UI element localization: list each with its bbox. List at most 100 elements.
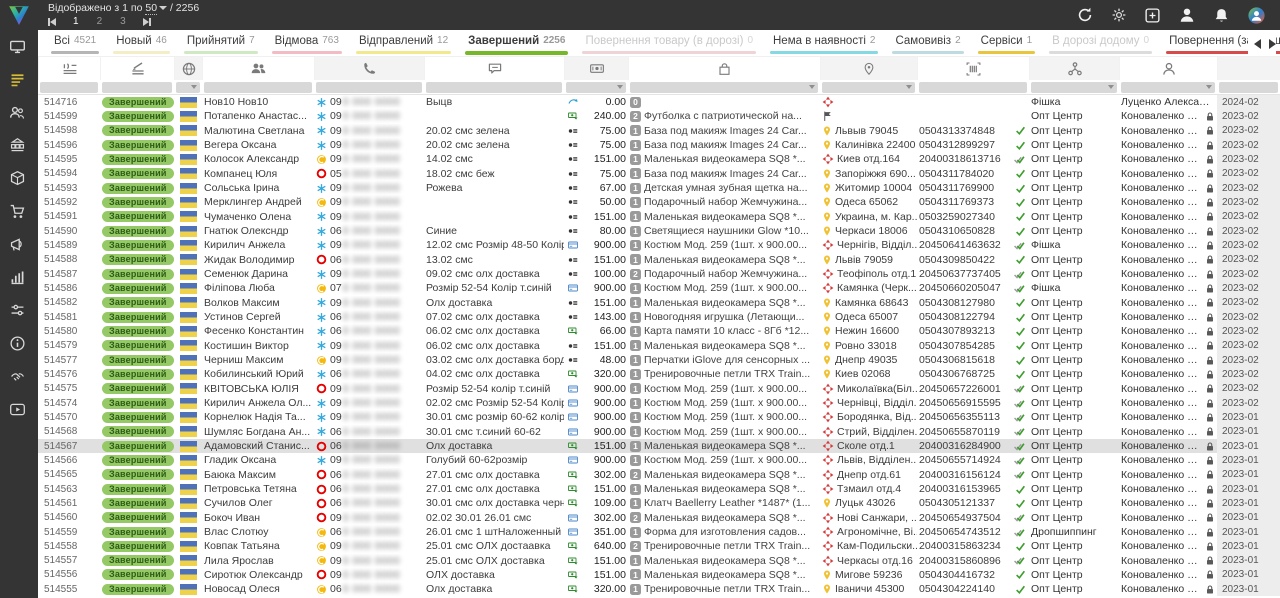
column-header-city[interactable] xyxy=(820,57,917,80)
table-row[interactable]: 514589ЗавершенийКирилич Анжела090 000 00… xyxy=(38,238,1280,252)
table-row[interactable]: 514574ЗавершенийКирилич Анжела Ол...090 … xyxy=(38,396,1280,410)
notifications-bell-icon[interactable] xyxy=(1213,7,1230,24)
refresh-icon[interactable] xyxy=(1076,6,1094,24)
sidebar-item-settings[interactable] xyxy=(0,294,38,327)
tab-відмова[interactable]: Відмова763 xyxy=(265,30,349,57)
table-row[interactable]: 514590ЗавершенийГнатюк Олексндр060 000 0… xyxy=(38,224,1280,238)
filter-input-phone[interactable] xyxy=(316,82,422,93)
page-button-3[interactable]: 3 xyxy=(117,16,129,28)
sidebar-item-tutorials[interactable] xyxy=(0,393,38,426)
sidebar-item-statistics[interactable] xyxy=(0,261,38,294)
filter-input-status[interactable] xyxy=(102,82,172,93)
column-header-phone[interactable] xyxy=(314,57,424,80)
sidebar-item-partners[interactable] xyxy=(0,360,38,393)
sidebar-item-marketing[interactable] xyxy=(0,228,38,261)
sidebar-item-info[interactable] xyxy=(0,327,38,360)
filter-input-pay[interactable] xyxy=(566,82,626,93)
filter-input-comment[interactable] xyxy=(426,82,562,93)
table-row[interactable]: 514599ЗавершенийПотапенко Анастас...090 … xyxy=(38,109,1280,123)
table-row[interactable]: 514576ЗавершенийКобилинський Юрий060 000… xyxy=(38,367,1280,381)
table-row[interactable]: 514559ЗавершенийВлас Слотюу060 000 00002… xyxy=(38,525,1280,539)
table-row[interactable]: 514563ЗавершенийПетровська Тетяна060 000… xyxy=(38,482,1280,496)
filter-input-ttn[interactable] xyxy=(919,82,1027,93)
table-row[interactable]: 514568ЗавершенийШумляс Богдана Ан...060 … xyxy=(38,425,1280,439)
column-header-manager[interactable] xyxy=(1119,57,1217,80)
filter-input-name[interactable] xyxy=(204,82,312,93)
table-row[interactable]: 514579ЗавершенийКостишин Виктор090 000 0… xyxy=(38,339,1280,353)
gear-icon[interactable] xyxy=(1111,7,1127,23)
tab-нема-в-наявності[interactable]: Нема в наявності2 xyxy=(763,30,885,57)
column-header-name[interactable] xyxy=(202,57,314,80)
filter-input-product[interactable] xyxy=(630,82,818,93)
column-header-channel[interactable] xyxy=(1029,57,1119,80)
last-page-button[interactable] xyxy=(143,18,151,26)
column-header-comment[interactable] xyxy=(424,57,564,80)
table-row[interactable]: 514558ЗавершенийКовпак Татьяна090 000 00… xyxy=(38,539,1280,553)
sidebar-item-company[interactable] xyxy=(0,129,38,162)
user-avatar-icon[interactable] xyxy=(1178,6,1196,24)
column-header-status[interactable] xyxy=(100,57,174,80)
table-row[interactable]: 514575ЗавершенийКВІТОВСЬКА ЮЛІЯ090 000 0… xyxy=(38,382,1280,396)
tab-завершений[interactable]: Завершений2256 xyxy=(458,30,575,57)
filter-input-manager[interactable] xyxy=(1121,82,1215,93)
table-row[interactable]: 514566ЗавершенийГладик Оксана090 000 000… xyxy=(38,453,1280,467)
column-header-id[interactable] xyxy=(38,57,100,80)
sidebar-item-products[interactable] xyxy=(0,162,38,195)
tabs-scroll-left-icon[interactable] xyxy=(1254,39,1261,49)
per-page-dropdown[interactable]: 50 xyxy=(145,2,157,15)
table-row[interactable]: 514567ЗавершенийАдамовский Станис...060 … xyxy=(38,439,1280,453)
filter-input-id[interactable] xyxy=(40,82,98,93)
tab-всі[interactable]: Всі4521 xyxy=(44,30,106,57)
tab-сервіси[interactable]: Сервіси1 xyxy=(971,30,1043,57)
app-logo-icon[interactable] xyxy=(0,0,38,30)
table-row[interactable]: 514582ЗавершенийВолков Максим090 000 000… xyxy=(38,296,1280,310)
tabs-scroll-right-icon[interactable] xyxy=(1269,39,1276,49)
sidebar-item-orders[interactable] xyxy=(0,63,38,96)
table-row[interactable]: 514587ЗавершенийСеменюк Дарина090 000 00… xyxy=(38,267,1280,281)
tab-самовивіз[interactable]: Самовивіз2 xyxy=(885,30,970,57)
table-row[interactable]: 514560ЗавершенийБокоч Иван090 000 000002… xyxy=(38,511,1280,525)
table-row[interactable]: 514595ЗавершенийКолосок Александр090 000… xyxy=(38,152,1280,166)
column-header-product[interactable] xyxy=(628,57,820,80)
table-row[interactable]: 514581ЗавершенийУстинов Сергей060 000 00… xyxy=(38,310,1280,324)
table-row[interactable]: 514555ЗавершенийНовосад Олеся060 000 000… xyxy=(38,582,1280,596)
tab-новый[interactable]: Новый46 xyxy=(106,30,177,57)
tab-прийнятий[interactable]: Прийнятий7 xyxy=(177,30,265,57)
page-button-1[interactable]: 1 xyxy=(70,16,82,28)
column-header-flag[interactable] xyxy=(174,57,202,80)
filter-input-flag[interactable] xyxy=(176,82,200,93)
column-header-pay[interactable] xyxy=(564,57,628,80)
table-row[interactable]: 514580ЗавершенийФесенко Константин060 00… xyxy=(38,324,1280,338)
filter-input-city[interactable] xyxy=(822,82,915,93)
table-row[interactable]: 514716ЗавершенийНов10 Нов10090 000 0000В… xyxy=(38,95,1280,109)
tab-повернення-товару-в-дорозі-[interactable]: Повернення товару (в дорозі)0 xyxy=(575,30,763,57)
table-row[interactable]: 514586ЗавершенийФіліпова Люба070 000 000… xyxy=(38,281,1280,295)
first-page-button[interactable] xyxy=(48,18,56,26)
column-header-ttn[interactable] xyxy=(917,57,1029,80)
table-row[interactable]: 514596ЗавершенийВегера Оксана090 000 000… xyxy=(38,138,1280,152)
support-icon[interactable] xyxy=(1247,6,1266,25)
table-row[interactable]: 514570ЗавершенийКорнелюк Надія Та...090 … xyxy=(38,410,1280,424)
table-row[interactable]: 514561ЗавершенийСучилов Олег060 000 0000… xyxy=(38,496,1280,510)
filter-input-date[interactable] xyxy=(1219,82,1278,93)
table-row[interactable]: 514594ЗавершенийКомпанец Юля050 000 0000… xyxy=(38,167,1280,181)
tab-в-дорозі-додому[interactable]: В дорозі додому0 xyxy=(1042,30,1159,57)
table-row[interactable]: 514565ЗавершенийБаюка Максим060 000 0000… xyxy=(38,468,1280,482)
table-row[interactable]: 514591ЗавершенийЧумаченко Олена090 000 0… xyxy=(38,210,1280,224)
filter-input-channel[interactable] xyxy=(1031,82,1117,93)
table-row[interactable]: 514557ЗавершенийЛила Ярослав090 000 0000… xyxy=(38,554,1280,568)
sidebar-item-dashboard[interactable] xyxy=(0,30,38,63)
table-row[interactable]: 514598ЗавершенийМалютина Светлана090 000… xyxy=(38,124,1280,138)
column-header-date[interactable] xyxy=(1217,57,1280,80)
cell-tracking-number: 20450654743512 xyxy=(917,525,1029,539)
add-order-icon[interactable] xyxy=(1144,7,1161,24)
sidebar-item-procurement[interactable] xyxy=(0,195,38,228)
page-button-2[interactable]: 2 xyxy=(94,16,106,28)
table-row[interactable]: 514577ЗавершенийЧерниш Максим090 000 000… xyxy=(38,353,1280,367)
tab-відправлений[interactable]: Відправлений12 xyxy=(349,30,458,57)
sidebar-item-clients[interactable] xyxy=(0,96,38,129)
table-row[interactable]: 514556ЗавершенийСиротюк Олександр090 000… xyxy=(38,568,1280,582)
table-row[interactable]: 514592ЗавершенийМерклингер Андрей090 000… xyxy=(38,195,1280,209)
table-row[interactable]: 514593ЗавершенийСольська Ірина090 000 00… xyxy=(38,181,1280,195)
table-row[interactable]: 514588ЗавершенийЖидак Володимир060 000 0… xyxy=(38,253,1280,267)
